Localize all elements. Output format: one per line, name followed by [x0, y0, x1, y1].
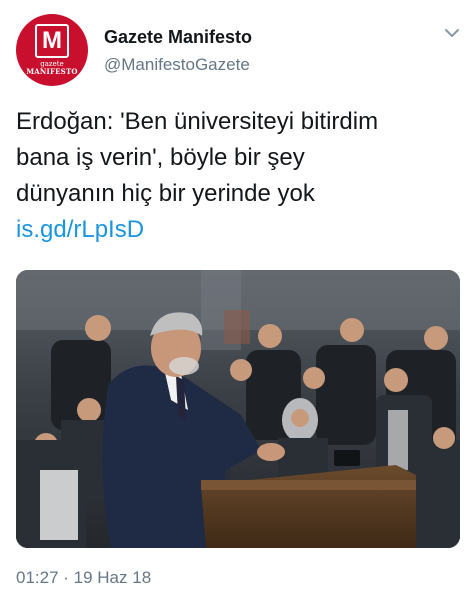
avatar-subline-2: MANIFESTO — [26, 67, 78, 76]
tweet-text-line: Erdoğan: 'Ben üniversiteyi bitirdim — [16, 108, 379, 135]
tweet-text-line: dünyanın hiç bir yerinde yok — [16, 180, 315, 207]
display-name[interactable]: Gazete Manifesto — [104, 27, 252, 48]
avatar[interactable]: M gazete MANIFESTO — [16, 14, 88, 86]
avatar-logo-letter: M — [35, 24, 69, 58]
tweet-media-photo[interactable] — [16, 270, 460, 548]
tweet-text: Erdoğan: 'Ben üniversiteyi bitirdim bana… — [16, 104, 466, 248]
tweet-link[interactable]: is.gd/rLpIsD — [16, 212, 466, 248]
chevron-down-icon[interactable] — [443, 24, 461, 42]
avatar-logo-text: gazete MANIFESTO — [26, 60, 77, 76]
tweet-text-line: bana iş verin', böyle bir şey — [16, 144, 305, 171]
user-handle[interactable]: @ManifestoGazete — [104, 55, 250, 75]
tweet-timestamp[interactable]: 01:27 · 19 Haz 18 — [16, 568, 151, 588]
